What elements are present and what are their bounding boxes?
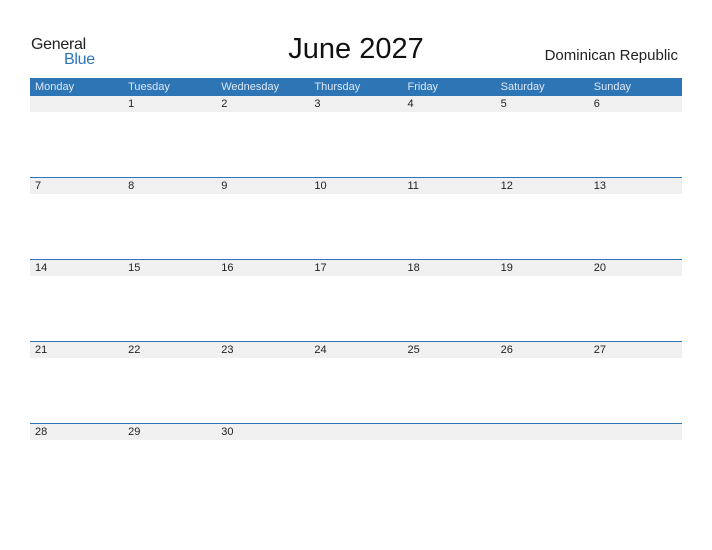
day-cell xyxy=(30,96,123,112)
day-cell: 24 xyxy=(314,344,327,356)
weekday-wednesday: Wednesday xyxy=(221,81,280,93)
weekday-monday: Monday xyxy=(35,81,75,93)
day-cell xyxy=(403,424,496,440)
day-cell: 21 xyxy=(35,344,48,356)
weekday-tuesday: Tuesday xyxy=(128,81,170,93)
day-cell: 23 xyxy=(221,344,234,356)
week-row: 7 8 9 10 11 12 13 xyxy=(30,177,682,259)
day-cell: 19 xyxy=(500,262,513,274)
day-cell: 8 xyxy=(128,180,135,192)
day-cell: 20 xyxy=(593,262,606,274)
day-cell: 30 xyxy=(221,426,234,438)
weekday-sunday: Sunday xyxy=(593,81,632,93)
day-cell: 3 xyxy=(314,98,321,110)
day-cell: 25 xyxy=(407,344,420,356)
day-cell xyxy=(496,424,589,440)
day-cell: 11 xyxy=(407,180,419,192)
day-cell: 6 xyxy=(593,98,600,110)
day-cell: 29 xyxy=(128,426,141,438)
day-cell: 7 xyxy=(35,180,42,192)
day-cell: 22 xyxy=(128,344,141,356)
calendar-grid: Monday Tuesday Wednesday Thursday Friday… xyxy=(30,78,682,505)
week-row: 14 15 16 17 18 19 20 xyxy=(30,259,682,341)
weekday-saturday: Saturday xyxy=(500,81,545,93)
day-cell xyxy=(309,424,402,440)
day-cell: 26 xyxy=(500,344,513,356)
day-number-bar: 21 22 23 24 25 26 27 xyxy=(30,342,682,358)
weekday-friday: Friday xyxy=(407,81,439,93)
day-cell: 28 xyxy=(35,426,48,438)
day-cell: 17 xyxy=(314,262,327,274)
day-number-bar: 7 8 9 10 11 12 13 xyxy=(30,178,682,194)
day-cell: 1 xyxy=(128,98,135,110)
day-cell: 13 xyxy=(593,180,606,192)
week-row: 1 2 3 4 5 6 xyxy=(30,96,682,177)
day-cell: 9 xyxy=(221,180,228,192)
day-cell: 16 xyxy=(221,262,234,274)
day-cell: 2 xyxy=(221,98,228,110)
weekday-thursday: Thursday xyxy=(314,81,361,93)
day-cell xyxy=(589,424,682,440)
weekday-header: Monday Tuesday Wednesday Thursday Friday… xyxy=(30,78,682,96)
day-cell: 27 xyxy=(593,344,606,356)
day-cell: 18 xyxy=(407,262,420,274)
day-number-bar: 28 29 30 xyxy=(30,424,682,440)
week-row: 28 29 30 xyxy=(30,423,682,505)
day-cell: 14 xyxy=(35,262,48,274)
day-cell: 12 xyxy=(500,180,513,192)
day-cell: 5 xyxy=(500,98,507,110)
country-label: Dominican Republic xyxy=(544,47,678,64)
day-number-bar: 1 2 3 4 5 6 xyxy=(30,96,682,112)
day-cell: 10 xyxy=(314,180,327,192)
day-cell: 15 xyxy=(128,262,141,274)
day-cell: 4 xyxy=(407,98,414,110)
week-row: 21 22 23 24 25 26 27 xyxy=(30,341,682,423)
day-number-bar: 14 15 16 17 18 19 20 xyxy=(30,260,682,276)
